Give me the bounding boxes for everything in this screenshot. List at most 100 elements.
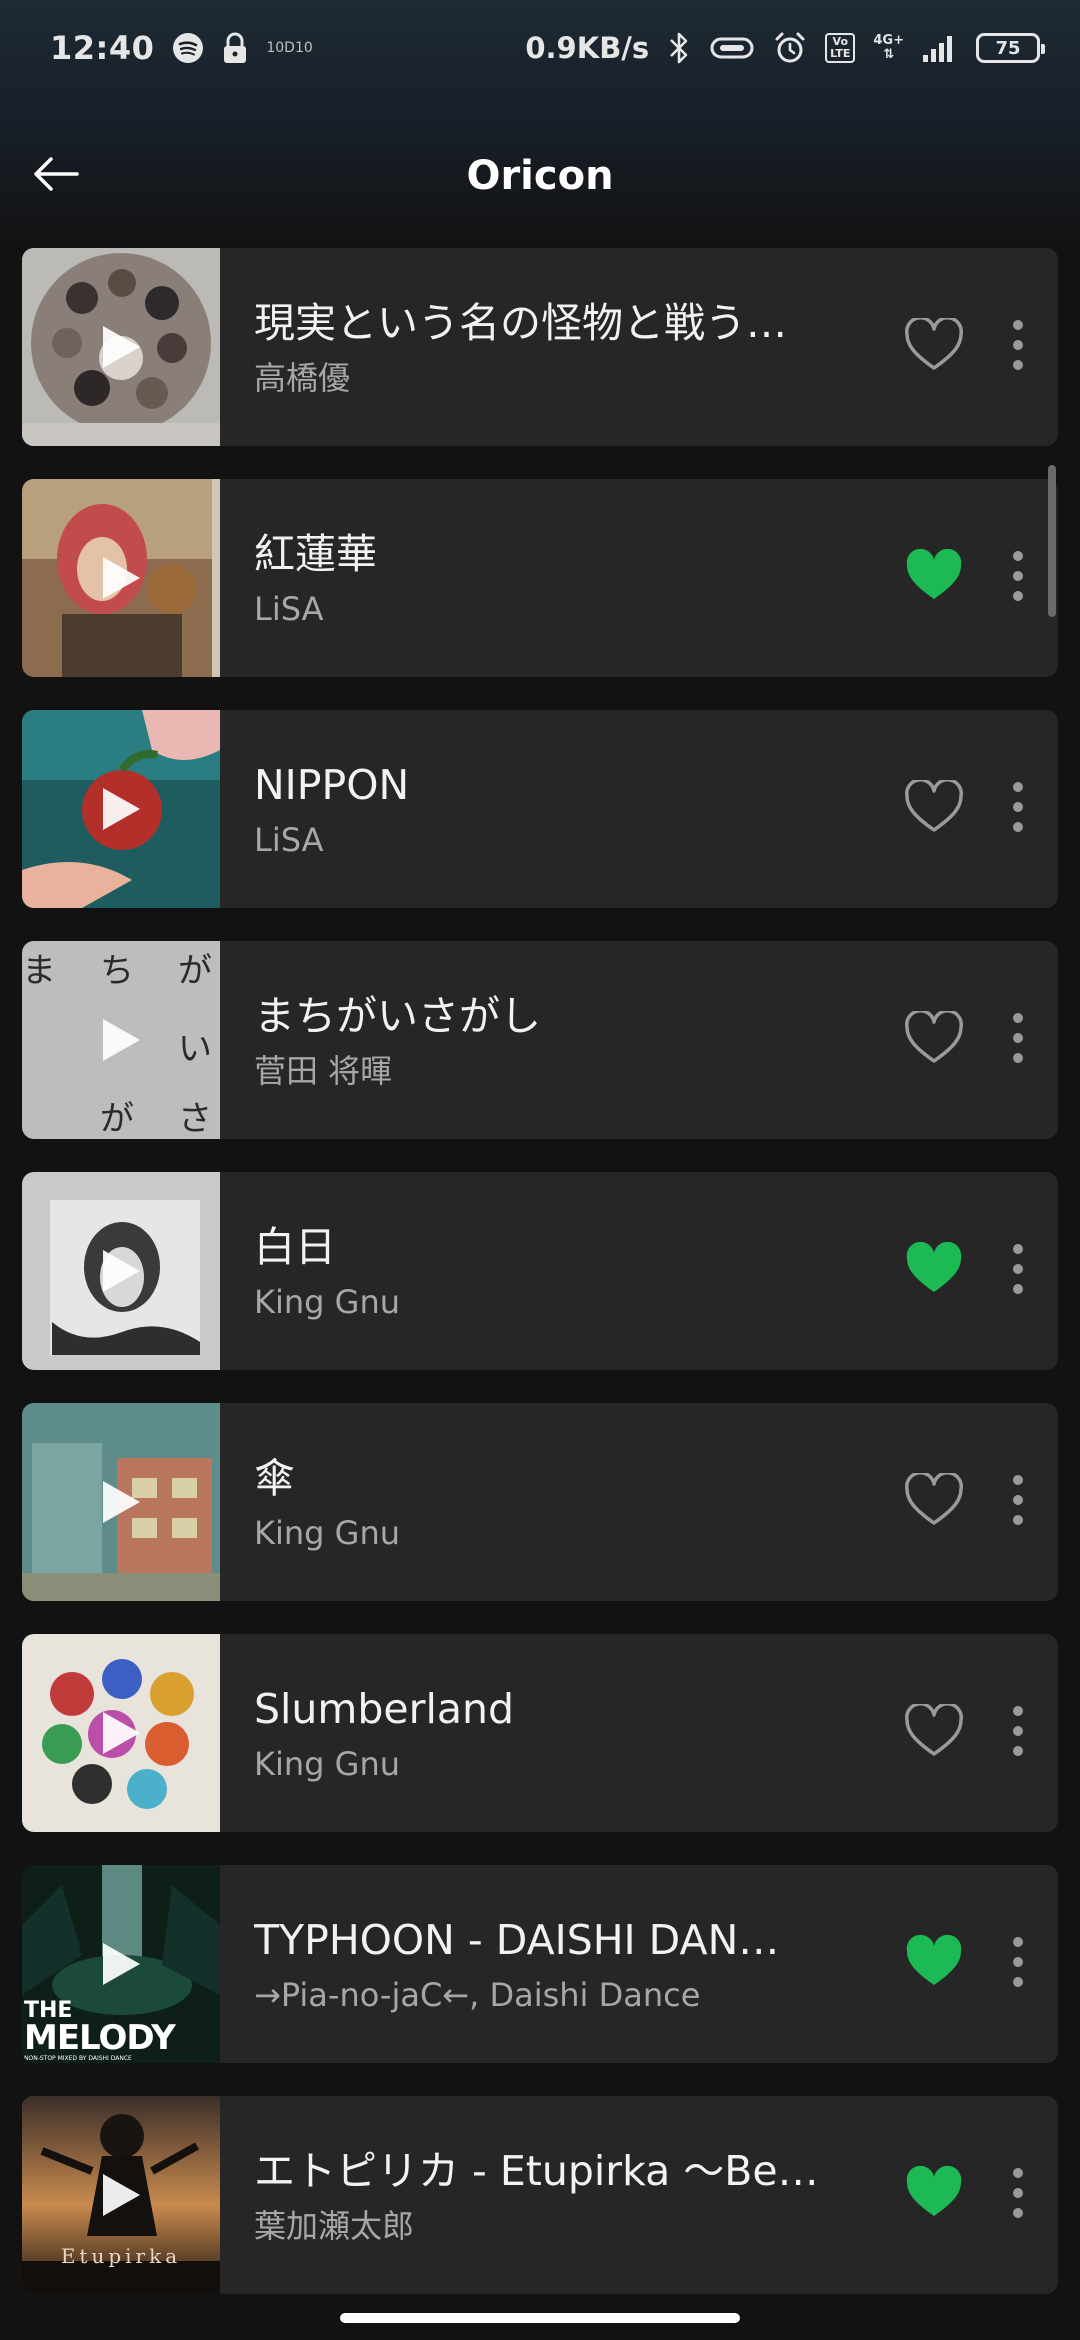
heart-outline-icon [904, 778, 964, 838]
like-button[interactable] [900, 1006, 968, 1074]
screen: 12:40 10D10 0.9KB/s Vo LTE 4G+ ⇅ 75 Oric… [0, 0, 1080, 2340]
album-cover[interactable] [22, 1634, 220, 1832]
track-info: エトピリカ - Etupirka 〜Be… 葉加瀬太郎 [254, 2143, 844, 2247]
track-title: NIPPON [254, 761, 410, 809]
track-title: Slumberland [254, 1685, 514, 1733]
track-title: TYPHOON - DAISHI DAN… [254, 1916, 780, 1964]
track-info: 現実という名の怪物と戦う… 高橋優 [254, 295, 844, 399]
battery-indicator: 75 [976, 33, 1045, 63]
play-icon[interactable] [93, 1705, 149, 1761]
play-icon[interactable] [93, 1243, 149, 1299]
status-time: 12:40 [50, 29, 155, 67]
cover-text-line: NON-STOP MIXED BY DAISHI DANCE [24, 2055, 132, 2062]
more-options-button[interactable] [998, 1237, 1038, 1305]
play-icon[interactable] [93, 1474, 149, 1530]
album-cover[interactable] [22, 479, 220, 677]
more-vertical-icon [1011, 1242, 1025, 1300]
track-row[interactable]: Slumberland King Gnu [22, 1634, 1058, 1832]
play-icon[interactable] [93, 781, 149, 837]
track-row[interactable]: 白日 King Gnu [22, 1172, 1058, 1370]
status-right: 0.9KB/s Vo LTE 4G+ ⇅ 75 [525, 31, 1045, 65]
track-info: Slumberland King Gnu [254, 1681, 844, 1785]
more-options-button[interactable] [998, 1699, 1038, 1767]
track-title: まちがいさがし [254, 992, 541, 1040]
more-vertical-icon [1011, 1704, 1025, 1762]
cover-char: さ [178, 1099, 212, 1139]
heart-filled-icon [904, 548, 964, 607]
more-options-button[interactable] [998, 2161, 1038, 2229]
like-button[interactable] [900, 1468, 968, 1536]
album-cover[interactable]: ま ち が い が さ [22, 941, 220, 1139]
heart-outline-icon [904, 316, 964, 376]
track-row[interactable]: 現実という名の怪物と戦う… 高橋優 [22, 248, 1058, 446]
album-cover[interactable] [22, 710, 220, 908]
track-info: 白日 King Gnu [254, 1219, 844, 1323]
track-row[interactable]: THE MELODY NON-STOP MIXED BY DAISHI DANC… [22, 1865, 1058, 2063]
track-row[interactable]: 傘 King Gnu [22, 1403, 1058, 1601]
cover-text: THE MELODY NON-STOP MIXED BY DAISHI DANC… [22, 2000, 220, 2063]
more-vertical-icon [1011, 1473, 1025, 1531]
track-artist: LiSA [254, 821, 324, 859]
track-title: 白日 [254, 1223, 336, 1271]
more-vertical-icon [1011, 1011, 1025, 1069]
track-row[interactable]: NIPPON LiSA [22, 710, 1058, 908]
scrollbar[interactable] [1048, 465, 1056, 617]
cover-char: ち [100, 951, 134, 991]
spotify-icon [172, 32, 204, 64]
more-vertical-icon [1011, 549, 1025, 607]
track-artist: King Gnu [254, 1745, 400, 1783]
home-indicator[interactable] [340, 2313, 740, 2323]
more-vertical-icon [1011, 318, 1025, 376]
album-cover[interactable] [22, 1172, 220, 1370]
track-row[interactable]: Etupirka エトピリカ - Etupirka 〜Be… 葉加瀬太郎 [22, 2096, 1058, 2294]
track-title: エトピリカ - Etupirka 〜Be… [254, 2147, 819, 2195]
network-type: 4G+ ⇅ [873, 33, 904, 62]
more-options-button[interactable] [998, 313, 1038, 381]
page-title: Oricon [466, 153, 614, 199]
track-title: 紅蓮華 [254, 530, 377, 578]
album-cover[interactable] [22, 1403, 220, 1601]
battery-level: 75 [995, 37, 1021, 59]
back-button[interactable] [20, 140, 92, 212]
album-cover[interactable]: Etupirka [22, 2096, 220, 2294]
heart-outline-icon [904, 1009, 964, 1069]
album-cover[interactable]: THE MELODY NON-STOP MIXED BY DAISHI DANC… [22, 1865, 220, 2063]
more-options-button[interactable] [998, 1006, 1038, 1074]
track-artist: 菅田 将暉 [254, 1052, 393, 1090]
cover-char: ま [22, 951, 56, 991]
track-title: 現実という名の怪物と戦う… [254, 299, 787, 347]
more-options-button[interactable] [998, 544, 1038, 612]
more-options-button[interactable] [998, 1468, 1038, 1536]
track-artist: →Pia-no-jaC←, Daishi Dance [254, 1976, 701, 2014]
track-info: TYPHOON - DAISHI DAN… →Pia-no-jaC←, Dais… [254, 1912, 844, 2016]
bluetooth-icon [667, 31, 691, 65]
more-vertical-icon [1011, 1935, 1025, 1993]
network-label: 4G+ [873, 33, 904, 48]
play-icon[interactable] [93, 1012, 149, 1068]
more-options-button[interactable] [998, 1930, 1038, 1998]
network-speed: 0.9KB/s [525, 31, 650, 65]
track-info: 傘 King Gnu [254, 1450, 844, 1554]
carrier-tag: 10D10 [266, 40, 313, 56]
play-icon[interactable] [93, 1936, 149, 1992]
like-button[interactable] [900, 775, 968, 843]
like-button[interactable] [900, 313, 968, 381]
more-options-button[interactable] [998, 775, 1038, 843]
play-icon[interactable] [93, 2167, 149, 2223]
album-cover[interactable] [22, 248, 220, 446]
like-button[interactable] [900, 1699, 968, 1767]
track-artist: 高橋優 [254, 359, 351, 397]
play-icon[interactable] [93, 319, 149, 375]
like-button[interactable] [900, 1930, 968, 1998]
like-button[interactable] [900, 2161, 968, 2229]
track-artist: 葉加瀬太郎 [254, 2207, 415, 2245]
heart-filled-icon [904, 2165, 964, 2224]
track-row[interactable]: ま ち が い が さ まちがいさがし 菅田 将暉 [22, 941, 1058, 1139]
like-button[interactable] [900, 1237, 968, 1305]
track-row[interactable]: 紅蓮華 LiSA [22, 479, 1058, 677]
heart-filled-icon [904, 1241, 964, 1300]
lock-icon [222, 32, 248, 64]
heart-outline-icon [904, 1471, 964, 1531]
like-button[interactable] [900, 544, 968, 612]
play-icon[interactable] [93, 550, 149, 606]
